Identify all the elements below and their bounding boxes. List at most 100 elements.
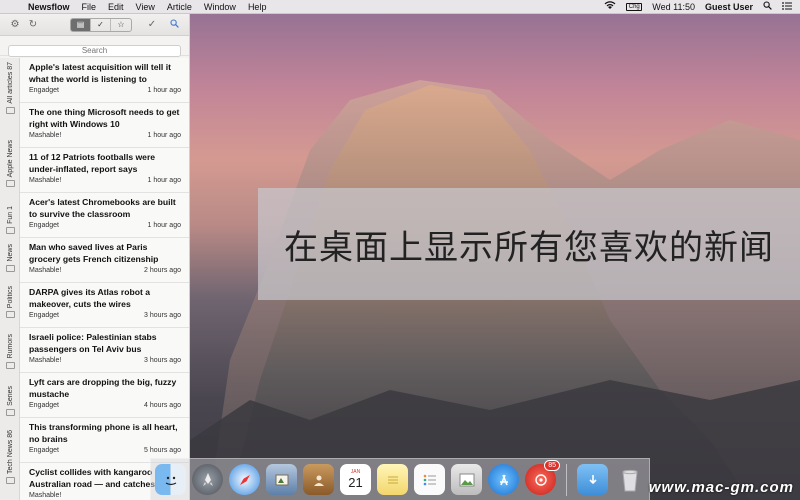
list-item[interactable]: Acer's latest Chromebooks are built to s…	[20, 193, 189, 238]
article-title: Lyft cars are dropping the big, fuzzy mu…	[29, 377, 177, 399]
banner-text: 在桌面上显示所有您喜欢的新闻	[284, 227, 774, 268]
list-item[interactable]: The one thing Microsoft needs to get rig…	[20, 103, 189, 148]
list-item[interactable]: 11 of 12 Patriots footballs were under-i…	[20, 148, 189, 193]
menu-bar: Newsflow File Edit View Article Window H…	[0, 0, 800, 14]
article-source: Engadget	[29, 402, 59, 409]
photo-preview-icon[interactable]	[451, 464, 482, 495]
list-item[interactable]: Man who saved lives at Paris grocery get…	[20, 238, 189, 283]
article-source: Engadget	[29, 447, 59, 454]
article-source: Mashable!	[29, 357, 62, 364]
dock: JAN 21 85	[150, 458, 650, 500]
folder-icon	[5, 476, 15, 484]
promo-banner: 在桌面上显示所有您喜欢的新闻	[258, 188, 800, 300]
article-source: Mashable!	[29, 267, 62, 274]
article-source: Engadget	[29, 312, 59, 319]
contacts-book-icon[interactable]	[303, 464, 334, 495]
folder-icon	[5, 106, 15, 114]
article-time: 1 hour ago	[147, 177, 181, 184]
list-item[interactable]: DARPA gives its Atlas robot a makeover, …	[20, 283, 189, 328]
app-store-icon[interactable]	[488, 464, 519, 495]
content-area: All articles 87 Apple News Fun 1 News Po…	[0, 58, 189, 500]
category-tech-news[interactable]: Tech News 86	[0, 430, 20, 484]
star-icon[interactable]: ☆	[111, 19, 131, 31]
article-time: 1 hour ago	[147, 132, 181, 139]
list-item[interactable]: Israeli police: Palestinian stabs passen…	[20, 328, 189, 373]
search-icon[interactable]	[165, 18, 183, 31]
downloads-folder-icon[interactable]	[577, 464, 608, 495]
newsflow-app-icon[interactable]: 85	[525, 460, 560, 495]
menu-view[interactable]: View	[136, 2, 155, 12]
safari-compass-icon[interactable]	[229, 464, 260, 495]
article-source: Engadget	[29, 222, 59, 229]
menu-app-name[interactable]: Newsflow	[28, 2, 70, 12]
article-source: Mashable!	[29, 492, 62, 499]
article-title: This transforming phone is all heart, no…	[29, 422, 178, 444]
menu-help[interactable]: Help	[248, 2, 267, 12]
folder-icon	[5, 311, 15, 319]
list-item[interactable]: Apple's latest acquisition will tell it …	[20, 58, 189, 103]
mark-read-check-icon[interactable]: ✓	[143, 19, 161, 31]
article-time: 1 hour ago	[147, 222, 181, 229]
toolbar: ⚙ ↻ ▤ ✓ ☆ ✓	[0, 14, 189, 36]
category-label: Tech News 86	[6, 430, 14, 474]
menu-edit[interactable]: Edit	[108, 2, 124, 12]
wifi-icon[interactable]	[604, 1, 616, 12]
category-apple-news[interactable]: Apple News	[0, 140, 20, 188]
reminders-list-icon[interactable]	[414, 464, 445, 495]
article-title: 11 of 12 Patriots footballs were under-i…	[29, 152, 156, 174]
calendar-icon[interactable]: JAN 21	[340, 464, 371, 495]
folder-icon	[5, 180, 15, 188]
battery-icon[interactable]: Chg	[626, 2, 643, 11]
gear-icon[interactable]: ⚙	[6, 19, 24, 30]
notification-center-icon[interactable]	[782, 1, 792, 12]
category-fun[interactable]: Fun 1	[0, 206, 20, 234]
menu-user[interactable]: Guest User	[705, 2, 753, 12]
article-source: Mashable!	[29, 132, 62, 139]
category-all-articles[interactable]: All articles 87	[0, 62, 20, 114]
category-news[interactable]: News	[0, 244, 20, 272]
article-time: 3 hours ago	[144, 357, 181, 364]
spotlight-icon[interactable]	[763, 1, 772, 12]
menu-window[interactable]: Window	[204, 2, 236, 12]
watermark: www.mac-gm.com	[648, 479, 794, 496]
category-label: Fun 1	[6, 206, 14, 224]
article-time: 2 hours ago	[144, 267, 181, 274]
category-label: All articles 87	[6, 62, 14, 104]
read-check-icon[interactable]: ✓	[91, 18, 111, 31]
finder-icon[interactable]	[155, 464, 186, 495]
category-rail: All articles 87 Apple News Fun 1 News Po…	[0, 58, 20, 500]
folder-icon	[5, 361, 15, 369]
trash-icon[interactable]	[614, 464, 645, 495]
category-series[interactable]: Series	[0, 386, 20, 416]
article-time: 5 hours ago	[144, 447, 181, 454]
category-rumors[interactable]: Rumors	[0, 334, 20, 369]
menu-file[interactable]: File	[82, 2, 97, 12]
article-title: Acer's latest Chromebooks are built to s…	[29, 197, 176, 219]
list-item[interactable]: This transforming phone is all heart, no…	[20, 418, 189, 463]
category-politics[interactable]: Politics	[0, 286, 20, 319]
article-time: 4 hours ago	[144, 402, 181, 409]
article-title: The one thing Microsoft needs to get rig…	[29, 107, 180, 129]
article-source: Engadget	[29, 87, 59, 94]
dock-separator	[566, 463, 567, 496]
filter-segmented-control: ▤ ✓ ☆	[70, 17, 132, 32]
search-input[interactable]	[8, 44, 181, 57]
category-label: Politics	[6, 286, 14, 309]
menu-article[interactable]: Article	[167, 2, 192, 12]
article-title: DARPA gives its Atlas robot a makeover, …	[29, 287, 150, 309]
article-title: Israeli police: Palestinian stabs passen…	[29, 332, 157, 354]
inbox-icon[interactable]: ▤	[71, 18, 91, 31]
list-item[interactable]: Lyft cars are dropping the big, fuzzy mu…	[20, 373, 189, 418]
category-label: Apple News	[6, 140, 14, 178]
folder-icon	[5, 408, 15, 416]
folder-icon	[5, 226, 15, 234]
article-source: Mashable!	[29, 177, 62, 184]
calendar-day: 21	[348, 475, 363, 490]
menu-clock[interactable]: Wed 11:50	[652, 2, 695, 12]
launchpad-rocket-icon[interactable]	[192, 464, 223, 495]
mail-stamp-icon[interactable]	[266, 464, 297, 495]
category-label: Series	[6, 386, 14, 406]
article-time: 3 hours ago	[144, 312, 181, 319]
notes-icon[interactable]	[377, 464, 408, 495]
refresh-icon[interactable]: ↻	[24, 19, 42, 30]
